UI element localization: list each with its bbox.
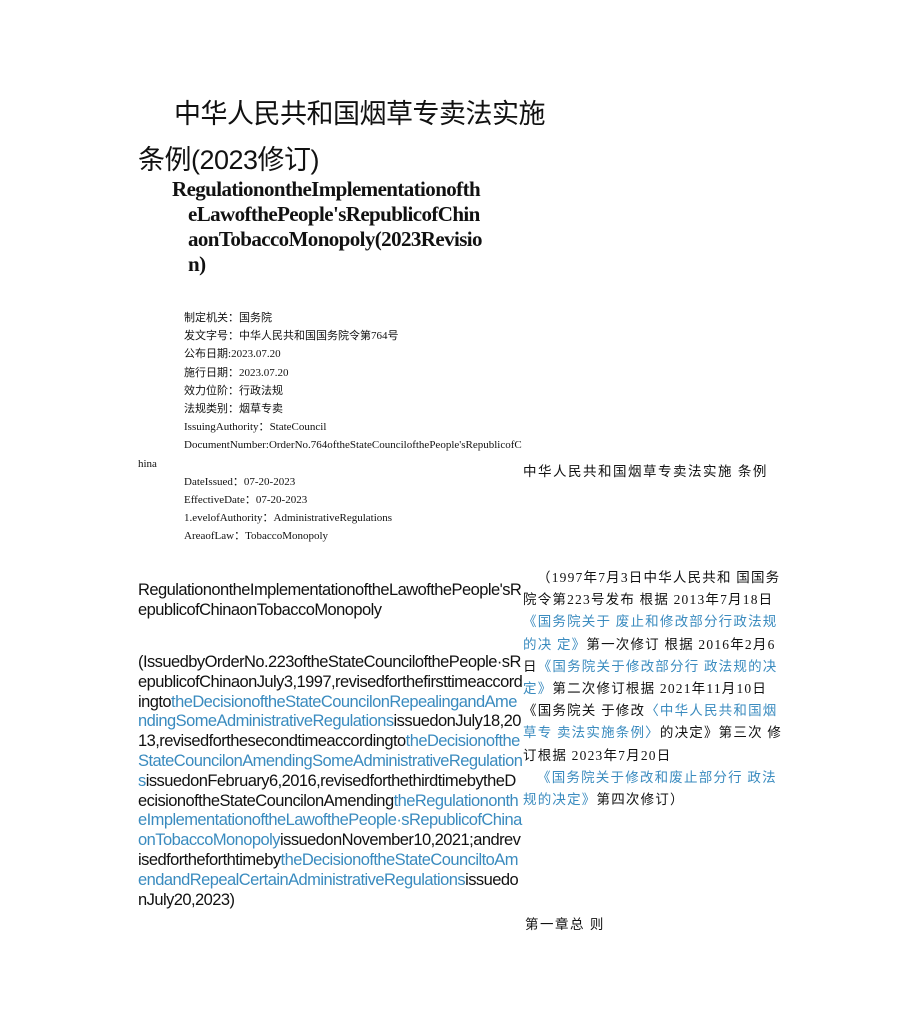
meta-value: 行政法规 — [239, 384, 283, 397]
meta-area-en: AreaofLaw：TobaccoMonopoly — [138, 527, 523, 545]
meta-label: IssuingAuthority： — [184, 421, 270, 434]
english-heading: RegulationontheImplementationoftheLawoft… — [138, 581, 522, 619]
english-issuance-note: (IssuedbyOrderNo.223oftheStateCounciloft… — [138, 653, 523, 910]
meta-date-issued-en: DateIssued：07-20-2023 — [138, 473, 523, 491]
meta-label: 效力位阶： — [184, 384, 239, 397]
meta-label: 制定机关： — [184, 312, 239, 324]
chapter-heading: 第一章总 则 — [525, 917, 605, 932]
meta-date-issued-cn: 公布日期:2023.07.20 — [138, 345, 523, 363]
meta-label: EffectiveDate： — [184, 494, 256, 507]
meta-value: 烟草专卖 — [239, 403, 283, 416]
title-english-line: n) — [188, 252, 206, 276]
meta-label: DocumentNumber: — [184, 439, 269, 452]
meta-document-number-en: DocumentNumber:OrderNo.764oftheStateCoun… — [138, 436, 523, 472]
meta-level-en: 1.evelofAuthority：AdministrativeRegulati… — [138, 509, 523, 527]
meta-issuing-authority-cn: 制定机关：国务院 — [138, 309, 523, 327]
meta-label: 施行日期： — [184, 366, 239, 379]
meta-effective-date-en: EffectiveDate：07-20-2023 — [138, 491, 523, 509]
meta-value: 07-20-2023 — [243, 475, 296, 488]
title-english-line: RegulationontheImplementationofth — [172, 177, 481, 201]
title-chinese-line-2: 条例(2023修订) — [138, 145, 320, 175]
title-english: RegulationontheImplementationofth eLawof… — [172, 177, 522, 277]
meta-value: 中华人民共和国国务院令第764号 — [239, 330, 399, 343]
meta-document-number-cn: 发文字号：中华人民共和国国务院令第764号 — [138, 327, 523, 345]
meta-label: 1.evelofAuthority： — [184, 512, 274, 525]
note-text: （1997年7月3日中华人民共和 国国务院令第223号发布 根据 2013年7月… — [523, 570, 781, 608]
meta-effective-date-cn: 施行日期：2023.07.20 — [138, 364, 523, 382]
meta-value: 国务院 — [239, 312, 272, 324]
meta-value: StateCouncil — [269, 421, 327, 434]
note-text: 第四次修订） — [596, 792, 685, 808]
meta-value: 2023.07.20 — [239, 366, 289, 379]
meta-label: AreaofLaw： — [184, 530, 246, 543]
meta-category-cn: 法规类别：烟草专卖 — [138, 400, 523, 418]
chinese-heading: 中华人民共和国烟草专卖法实施 条例 — [523, 464, 768, 479]
meta-level-cn: 效力位阶：行政法规 — [138, 382, 523, 400]
meta-value: 2023.07.20 — [231, 348, 281, 361]
meta-label: DateIssued： — [184, 475, 244, 488]
meta-value: 07-20-2023 — [255, 494, 308, 507]
meta-label: 公布日期: — [184, 348, 232, 361]
chinese-note-continued: 《国务院关于修改和废止部分行 政法规的决定》第四次修订） — [523, 767, 783, 811]
title-english-line: aonTobaccoMonopoly(2023Revisio — [188, 227, 483, 251]
title-english-line: eLawofthePeople'sRepublicofChin — [188, 202, 480, 226]
meta-issuing-authority-en: IssuingAuthority：StateCouncil — [138, 418, 523, 436]
meta-label: 法规类别： — [184, 403, 239, 416]
meta-label: 发文字号： — [184, 330, 239, 343]
metadata-block: 制定机关：国务院 发文字号：中华人民共和国国务院令第764号 公布日期:2023… — [138, 309, 523, 546]
meta-value: TobaccoMonopoly — [245, 530, 329, 543]
chinese-issuance-note: （1997年7月3日中华人民共和 国国务院令第223号发布 根据 2013年7月… — [523, 567, 783, 811]
meta-value: AdministrativeRegulations — [273, 512, 393, 525]
title-chinese-line-1: 中华人民共和国烟草专卖法实施 — [174, 99, 546, 129]
